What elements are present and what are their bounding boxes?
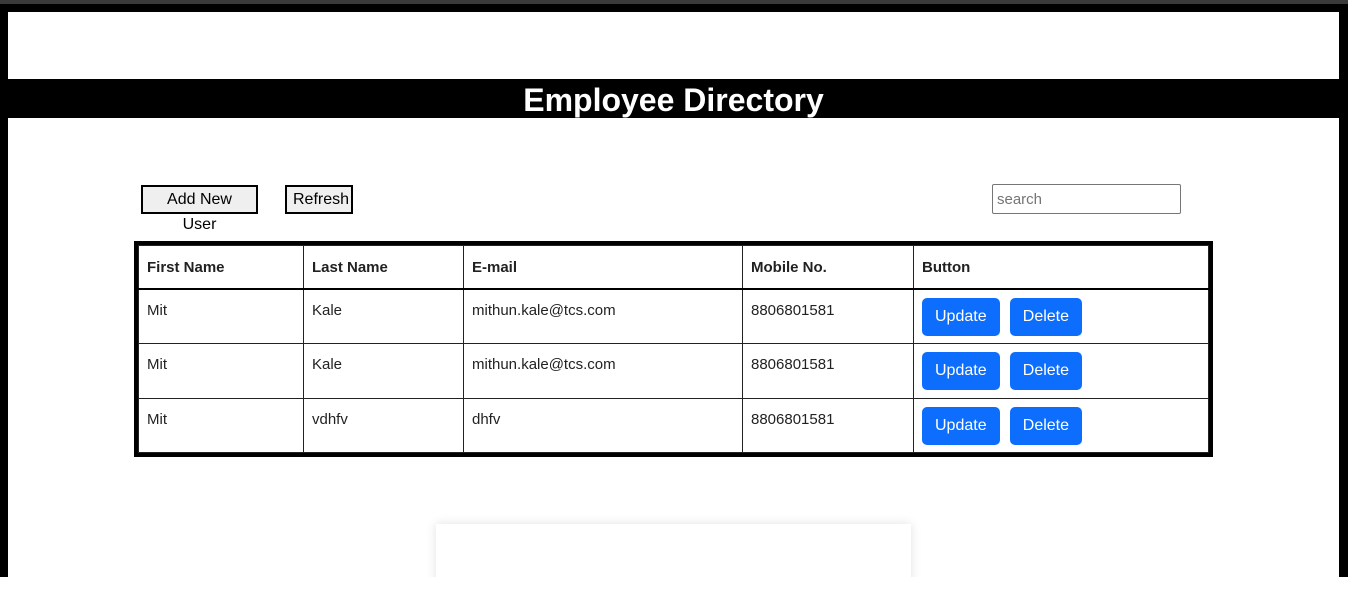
window-top-border (0, 0, 1348, 4)
cell-actions: Update Delete (913, 343, 1209, 399)
table-row: Mit Kale mithun.kale@tcs.com 8806801581 … (138, 288, 1209, 344)
cell-first-name: Mit (138, 397, 304, 453)
add-new-user-button[interactable]: Add New User (141, 185, 258, 233)
empty-card (436, 524, 911, 577)
cell-first-name: Mit (138, 288, 304, 344)
cell-actions: Update Delete (913, 288, 1209, 344)
column-header-first-name: First Name (138, 245, 304, 290)
update-button[interactable]: Update (922, 352, 1000, 390)
table-row: Mit vdhfv dhfv 8806801581 Update Delete (138, 397, 1209, 453)
update-button[interactable]: Update (922, 298, 1000, 336)
table-header-row: First Name Last Name E-mail Mobile No. B… (138, 245, 1209, 290)
cell-email: mithun.kale@tcs.com (463, 288, 743, 344)
page: Employee Directory Add New User Refresh … (8, 12, 1339, 577)
cell-email: dhfv (463, 397, 743, 453)
column-header-button: Button (913, 245, 1209, 290)
delete-button[interactable]: Delete (1009, 352, 1083, 390)
column-header-last-name: Last Name (303, 245, 464, 290)
window-bottom-strip (0, 577, 1348, 594)
delete-button[interactable]: Delete (1009, 298, 1083, 336)
cell-first-name: Mit (138, 343, 304, 399)
cell-actions: Update Delete (913, 397, 1209, 453)
refresh-button[interactable]: Refresh (285, 185, 353, 214)
page-title: Employee Directory (8, 79, 1339, 118)
column-header-email: E-mail (463, 245, 743, 290)
table-row: Mit Kale mithun.kale@tcs.com 8806801581 … (138, 343, 1209, 399)
cell-last-name: Kale (303, 288, 464, 344)
employee-table: First Name Last Name E-mail Mobile No. B… (134, 241, 1213, 457)
cell-email: mithun.kale@tcs.com (463, 343, 743, 399)
delete-button[interactable]: Delete (1009, 406, 1083, 445)
update-button[interactable]: Update (922, 406, 1000, 445)
cell-last-name: Kale (303, 343, 464, 399)
cell-mobile: 8806801581 (742, 343, 914, 399)
column-header-mobile: Mobile No. (742, 245, 914, 290)
cell-last-name: vdhfv (303, 397, 464, 453)
cell-mobile: 8806801581 (742, 288, 914, 344)
cell-mobile: 8806801581 (742, 397, 914, 453)
search-input[interactable] (992, 184, 1181, 214)
